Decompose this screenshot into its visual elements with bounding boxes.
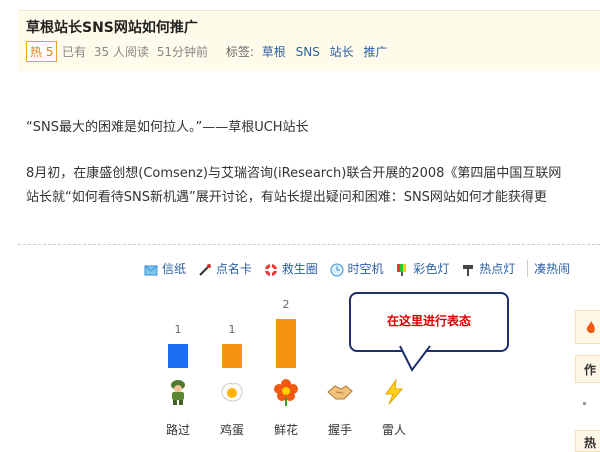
reaction-bar	[168, 344, 188, 368]
tag-link[interactable]: 推广	[363, 45, 387, 59]
toolbar-item-crowd[interactable]: 凑热闹	[527, 260, 570, 277]
lifebuoy-icon	[264, 263, 277, 276]
toolbar-item-label: 信纸	[162, 262, 187, 276]
reaction-count: 1	[228, 323, 236, 336]
color-lamp-icon	[397, 263, 407, 276]
bubble-tail	[399, 344, 431, 372]
soldier-icon[interactable]	[164, 378, 192, 406]
tag-link[interactable]: 站长	[330, 45, 354, 59]
sidebar-heading: 热	[584, 436, 597, 450]
toolbar-item-card[interactable]: 点名卡	[198, 260, 252, 277]
reaction-count: 1	[174, 323, 182, 336]
toolbar-item-label: 救生圈	[281, 262, 318, 276]
toolbar-item-label: 时空机	[347, 262, 384, 276]
sidebar-box	[575, 310, 600, 344]
reaction-label[interactable]: 鲜花	[266, 421, 306, 438]
tooltip-bubble: 在这里进行表态	[349, 292, 509, 352]
tag-link[interactable]: SNS	[296, 45, 320, 59]
letter-icon	[144, 265, 158, 275]
meta-views: 35 人阅读	[93, 45, 149, 59]
egg-icon[interactable]	[218, 378, 246, 406]
article-quote: “SNS最大的困难是如何拉人。”——草根UCH站长	[26, 120, 309, 135]
toolbar-item-letter[interactable]: 信纸	[144, 260, 186, 277]
handshake-icon[interactable]	[326, 378, 354, 406]
reaction-label[interactable]: 鸡蛋	[212, 421, 252, 438]
reaction-bar	[276, 319, 296, 368]
sidebar-heading: 作	[584, 363, 597, 377]
reaction-label[interactable]: 雷人	[374, 421, 414, 438]
lightning-icon[interactable]	[380, 378, 408, 406]
bubble-text: 在这里进行表态	[386, 314, 471, 328]
sidebar-bullet	[583, 402, 586, 405]
toolbar-item-color-lamp[interactable]: 彩色灯	[395, 260, 449, 277]
reaction-label[interactable]: 路过	[158, 421, 198, 438]
article-line: 8月初，在康盛创想(Comsenz)与艾瑞咨询(iResearch)联合开展的2…	[26, 166, 562, 181]
hot-badge: 热 5	[26, 41, 58, 62]
card-icon	[199, 263, 211, 276]
meta-already: 已有	[62, 45, 87, 59]
toolbar-item-label: 凑热闹	[534, 262, 571, 276]
divider	[18, 244, 600, 245]
toolbar-item-spotlight[interactable]: 热点灯	[461, 260, 515, 277]
magic-toolbar: 信纸 点名卡 救生圈 时空机 彩色灯 热点灯 凑热闹	[144, 260, 600, 278]
reaction-bar	[222, 344, 242, 368]
article-line: 站长就“如何看待SNS新机遇”展开讨论，有站长提出疑问和困难：SNS网站如何才能…	[26, 190, 547, 205]
toolbar-item-label: 彩色灯	[413, 262, 450, 276]
toolbar-item-label: 点名卡	[215, 262, 252, 276]
article-header: 草根站长SNS网站如何推广 热 5 已有 35 人阅读 51分钟前 标签: 草根…	[18, 10, 600, 71]
flower-icon[interactable]	[272, 378, 300, 406]
toolbar-item-lifebuoy[interactable]: 救生圈	[264, 260, 318, 277]
reaction-label[interactable]: 握手	[320, 421, 360, 438]
tags-label: 标签:	[225, 45, 254, 59]
toolbar-item-clock[interactable]: 时空机	[330, 260, 384, 277]
sidebar-box: 作	[575, 355, 600, 383]
spotlight-icon	[463, 264, 474, 276]
article-title[interactable]: 草根站长SNS网站如何推广	[26, 17, 198, 37]
sidebar-box: 热	[575, 430, 600, 452]
toolbar-item-label: 热点灯	[479, 262, 516, 276]
reaction-count: 2	[282, 298, 290, 311]
article-meta: 已有 35 人阅读 51分钟前 标签: 草根 SNS 站长 推广	[62, 43, 394, 60]
fire-icon	[586, 321, 595, 334]
tag-link[interactable]: 草根	[262, 45, 286, 59]
meta-time: 51分钟前	[156, 45, 209, 59]
clock-icon	[330, 263, 344, 276]
